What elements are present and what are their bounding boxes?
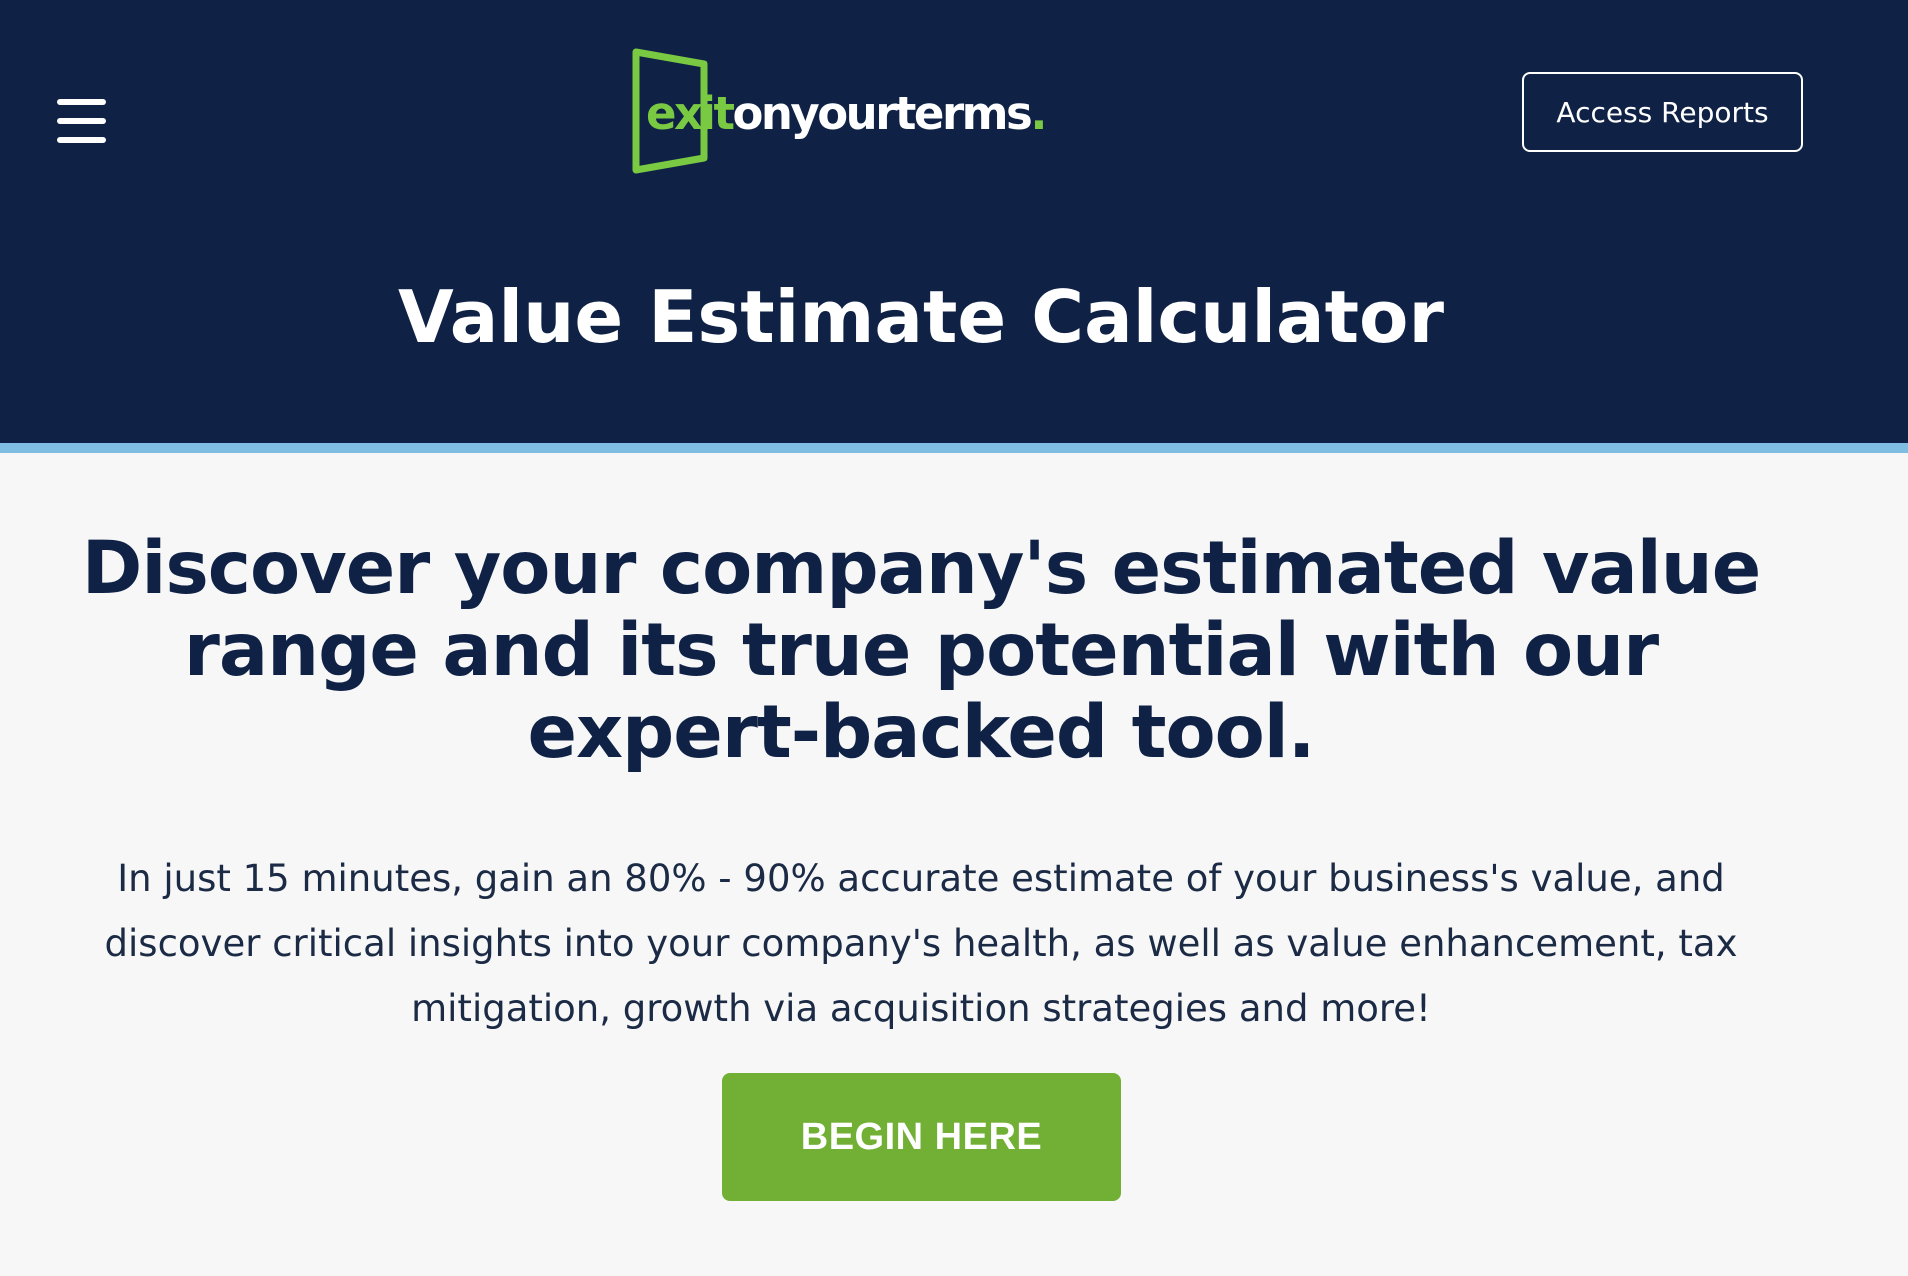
- site-header: exitonyourterms. Access Reports Value Es…: [0, 0, 1908, 443]
- access-reports-button[interactable]: Access Reports: [1522, 72, 1803, 152]
- site-logo[interactable]: exitonyourterms.: [630, 48, 1047, 174]
- logo-exit-text: exit: [646, 87, 735, 140]
- hero-description: In just 15 minutes, gain an 80% - 90% ac…: [104, 857, 1738, 1030]
- hamburger-menu-icon[interactable]: [57, 99, 106, 143]
- logo-dot-text: .: [1030, 87, 1047, 140]
- begin-here-button[interactable]: BEGIN HERE: [722, 1073, 1121, 1201]
- logo-main-text: onyourterms: [732, 87, 1032, 140]
- hamburger-bar: [57, 137, 106, 143]
- hamburger-bar: [57, 118, 106, 124]
- page: exitonyourterms. Access Reports Value Es…: [0, 0, 1908, 1276]
- header-accent-strip: [0, 443, 1908, 453]
- page-title: Value Estimate Calculator: [398, 275, 1444, 359]
- logo-wordmark: exitonyourterms.: [646, 84, 1047, 144]
- hero-headline: Discover your company's estimated value …: [81, 526, 1762, 775]
- hamburger-bar: [57, 99, 106, 105]
